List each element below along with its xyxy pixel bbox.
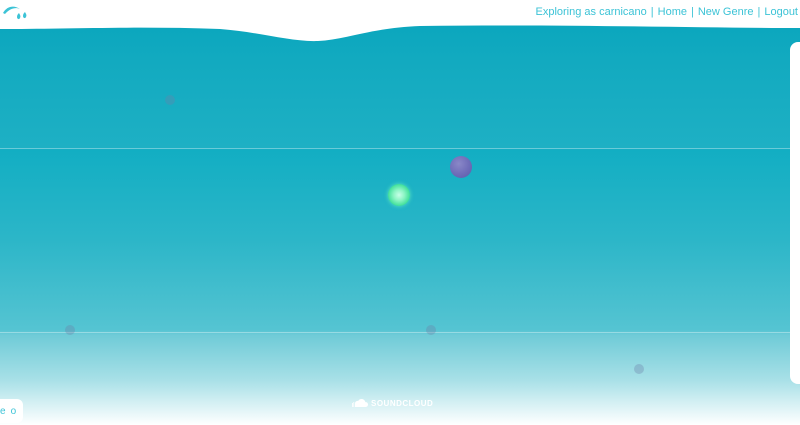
raindrop-wave-logo-icon[interactable] — [2, 3, 30, 21]
soundcloud-attribution[interactable]: SOUNDCLOUD — [352, 399, 433, 408]
home-link[interactable]: Home — [658, 6, 687, 18]
soundcloud-cloud-icon — [352, 399, 368, 407]
new-genre-link[interactable]: New Genre — [698, 6, 754, 18]
nav-separator: | — [757, 6, 761, 18]
genre-bubble[interactable] — [165, 95, 175, 105]
control-glyph-left[interactable]: e — [0, 406, 6, 417]
control-glyph-right[interactable]: o — [11, 406, 17, 417]
genre-bubble[interactable] — [65, 325, 75, 335]
genre-bubble[interactable] — [450, 156, 472, 178]
nav-separator: | — [650, 6, 654, 18]
nav-separator: | — [690, 6, 694, 18]
side-panel-handle[interactable] — [790, 42, 800, 384]
genre-bubble[interactable] — [426, 325, 436, 335]
logout-link[interactable]: Logout — [764, 6, 798, 18]
bottom-left-control: e o — [0, 399, 23, 423]
top-nav: Exploring as carnicano | Home | New Genr… — [535, 6, 798, 18]
active-genre-bubble[interactable] — [388, 184, 410, 206]
ocean-background — [0, 0, 800, 425]
layer-divider — [0, 148, 800, 149]
exploring-as-label: Exploring as carnicano — [535, 6, 647, 18]
layer-divider — [0, 332, 800, 333]
genre-bubble[interactable] — [634, 364, 644, 374]
soundcloud-label: SOUNDCLOUD — [371, 399, 434, 408]
page: Exploring as carnicano | Home | New Genr… — [0, 0, 800, 425]
